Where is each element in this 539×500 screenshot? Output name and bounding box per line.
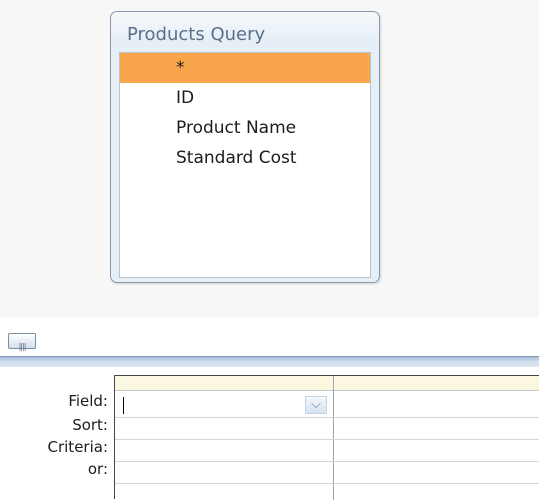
query-design-upper-pane: Products Query * ID Product Name Standar…	[0, 0, 539, 318]
grid-row-line	[115, 461, 539, 462]
column-divider[interactable]	[333, 376, 334, 500]
field-list-item-all[interactable]: *	[120, 53, 370, 83]
grid-row-line	[115, 439, 539, 440]
design-grid-area: Field: Sort: Criteria: or: ⌵	[0, 367, 539, 500]
pane-splitter[interactable]	[0, 356, 539, 367]
scroll-thumb[interactable]: ||||	[8, 333, 36, 351]
row-label-criteria: Criteria:	[47, 438, 109, 456]
table-title[interactable]: Products Query	[127, 24, 265, 46]
field-list-item-id[interactable]: ID	[120, 83, 370, 113]
row-label-sort: Sort:	[72, 416, 108, 434]
field-list-item-product-name[interactable]: Product Name	[120, 113, 370, 143]
horizontal-scrollbar[interactable]: ||||	[0, 318, 539, 358]
field-list-item-standard-cost[interactable]: Standard Cost	[120, 143, 370, 173]
grid-row-line	[115, 417, 539, 418]
products-query-table-box[interactable]: Products Query * ID Product Name Standar…	[110, 11, 380, 283]
design-grid[interactable]: ⌵	[114, 375, 539, 500]
field-list[interactable]: * ID Product Name Standard Cost	[119, 52, 371, 278]
grip-icon: ||||	[18, 342, 27, 351]
grid-row-line	[115, 483, 539, 484]
column-selector-header[interactable]	[115, 376, 539, 391]
field-dropdown-button[interactable]: ⌵	[305, 396, 327, 414]
row-label-field: Field:	[68, 392, 108, 410]
text-caret	[123, 397, 124, 414]
field-cell-input[interactable]: ⌵	[116, 391, 332, 417]
row-label-or: or:	[87, 460, 108, 478]
chevron-down-icon: ⌵	[311, 397, 321, 412]
